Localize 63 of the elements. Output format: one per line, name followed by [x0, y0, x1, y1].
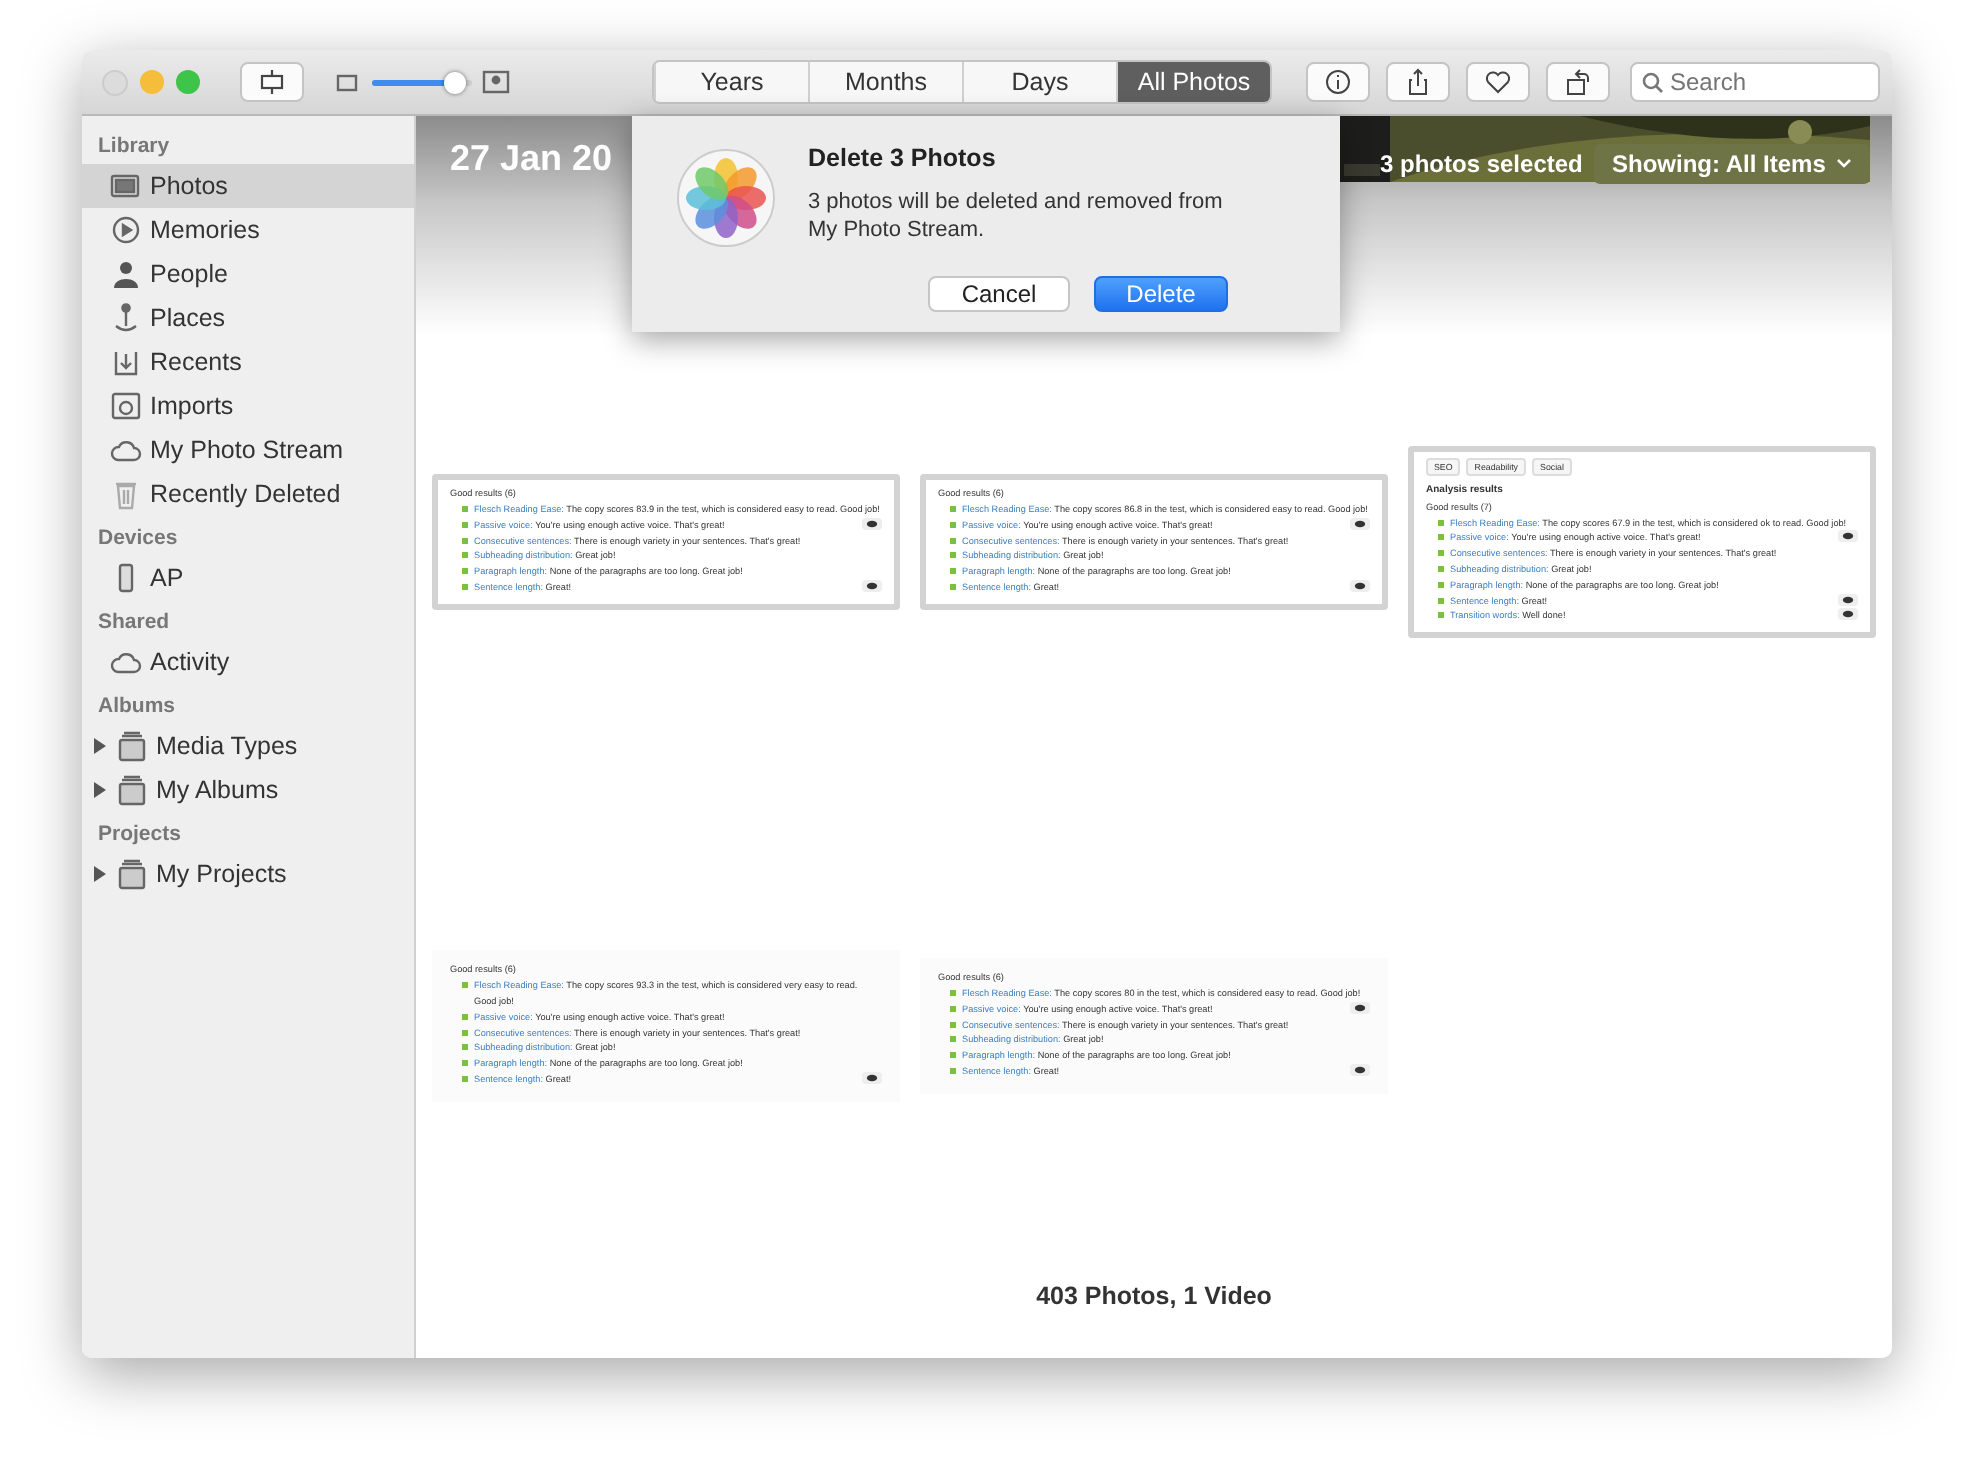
- dialog-title: Delete 3 Photos: [808, 144, 998, 172]
- disclosure-triangle-icon[interactable]: [92, 866, 108, 882]
- photos-app-icon: [676, 148, 776, 248]
- view-tab[interactable]: All Photos: [1116, 62, 1270, 102]
- sidebar-item[interactable]: Recents: [82, 340, 414, 384]
- sidebar-item[interactable]: Activity: [82, 640, 414, 684]
- slideshow-button[interactable]: [240, 62, 304, 102]
- sidebar-item[interactable]: AP: [82, 556, 414, 600]
- person-icon: [110, 258, 142, 290]
- sidebar-item[interactable]: Recently Deleted: [82, 472, 414, 516]
- search-icon: [1642, 72, 1664, 94]
- dialog-button[interactable]: Delete: [1094, 275, 1228, 312]
- photo-thumbnail[interactable]: [920, 958, 1388, 1094]
- rotate-icon: [1564, 68, 1592, 96]
- photos-icon: [110, 170, 142, 202]
- photo-thumbnail[interactable]: [1408, 445, 1876, 639]
- sidebar-section-title: Library: [96, 132, 172, 162]
- search-field[interactable]: Search: [1630, 62, 1880, 102]
- sidebar-item[interactable]: Media Types: [82, 724, 414, 768]
- info-icon: [1324, 68, 1352, 96]
- album-stack-icon: [116, 774, 148, 806]
- sidebar-section-title: Devices: [96, 524, 180, 554]
- album-stack-icon: [116, 730, 148, 762]
- sidebar-item[interactable]: Imports: [82, 384, 414, 428]
- dialog-button[interactable]: Cancel: [928, 275, 1070, 312]
- view-tab[interactable]: Months: [808, 62, 962, 102]
- share-button[interactable]: [1386, 62, 1450, 102]
- chevron-down-icon: [1835, 158, 1852, 170]
- view-tab[interactable]: Days: [962, 62, 1116, 102]
- frame-icon: [258, 68, 286, 96]
- share-icon: [1404, 68, 1432, 96]
- dialog-message: 3 photos will be deleted and removed from My Photo Stream.: [808, 188, 1225, 246]
- album-stack-icon: [116, 858, 148, 890]
- sidebar-item[interactable]: My Photo Stream: [82, 428, 414, 472]
- sidebar-section-title: Shared: [96, 608, 172, 638]
- disclosure-triangle-icon[interactable]: [92, 782, 108, 798]
- play-circle-icon: [110, 214, 142, 246]
- filter-dropdown[interactable]: Showing: All Items: [1594, 144, 1870, 184]
- photo-thumbnail[interactable]: [432, 950, 900, 1102]
- rotate-button[interactable]: [1546, 62, 1610, 102]
- sidebar-item[interactable]: My Albums: [82, 768, 414, 812]
- sidebar-item[interactable]: Photos: [82, 164, 414, 208]
- camera-icon: [110, 390, 142, 422]
- library-count: 403 Photos, 1 Video: [1036, 1282, 1272, 1310]
- heart-icon: [1484, 68, 1512, 96]
- date-heading: 27 Jan 20: [450, 138, 613, 180]
- info-button[interactable]: [1306, 62, 1370, 102]
- download-tray-icon: [110, 346, 142, 378]
- disclosure-triangle-icon[interactable]: [92, 738, 108, 754]
- trash-icon: [110, 478, 142, 510]
- sidebar-item[interactable]: Places: [82, 296, 414, 340]
- pin-icon: [110, 302, 142, 334]
- large-photo-icon: [480, 66, 512, 98]
- view-tab[interactable]: Years: [654, 62, 808, 102]
- sidebar-section-title: Projects: [96, 820, 183, 850]
- sidebar-section-title: Albums: [96, 692, 178, 722]
- photo-thumbnail[interactable]: [432, 474, 900, 610]
- photo-thumbnail[interactable]: [920, 474, 1388, 610]
- sidebar-item[interactable]: My Projects: [82, 852, 414, 896]
- sidebar-item[interactable]: Memories: [82, 208, 414, 252]
- selection-count: 3 photos selected: [1380, 150, 1583, 178]
- heart-button[interactable]: [1466, 62, 1530, 102]
- sidebar-item[interactable]: People: [82, 252, 414, 296]
